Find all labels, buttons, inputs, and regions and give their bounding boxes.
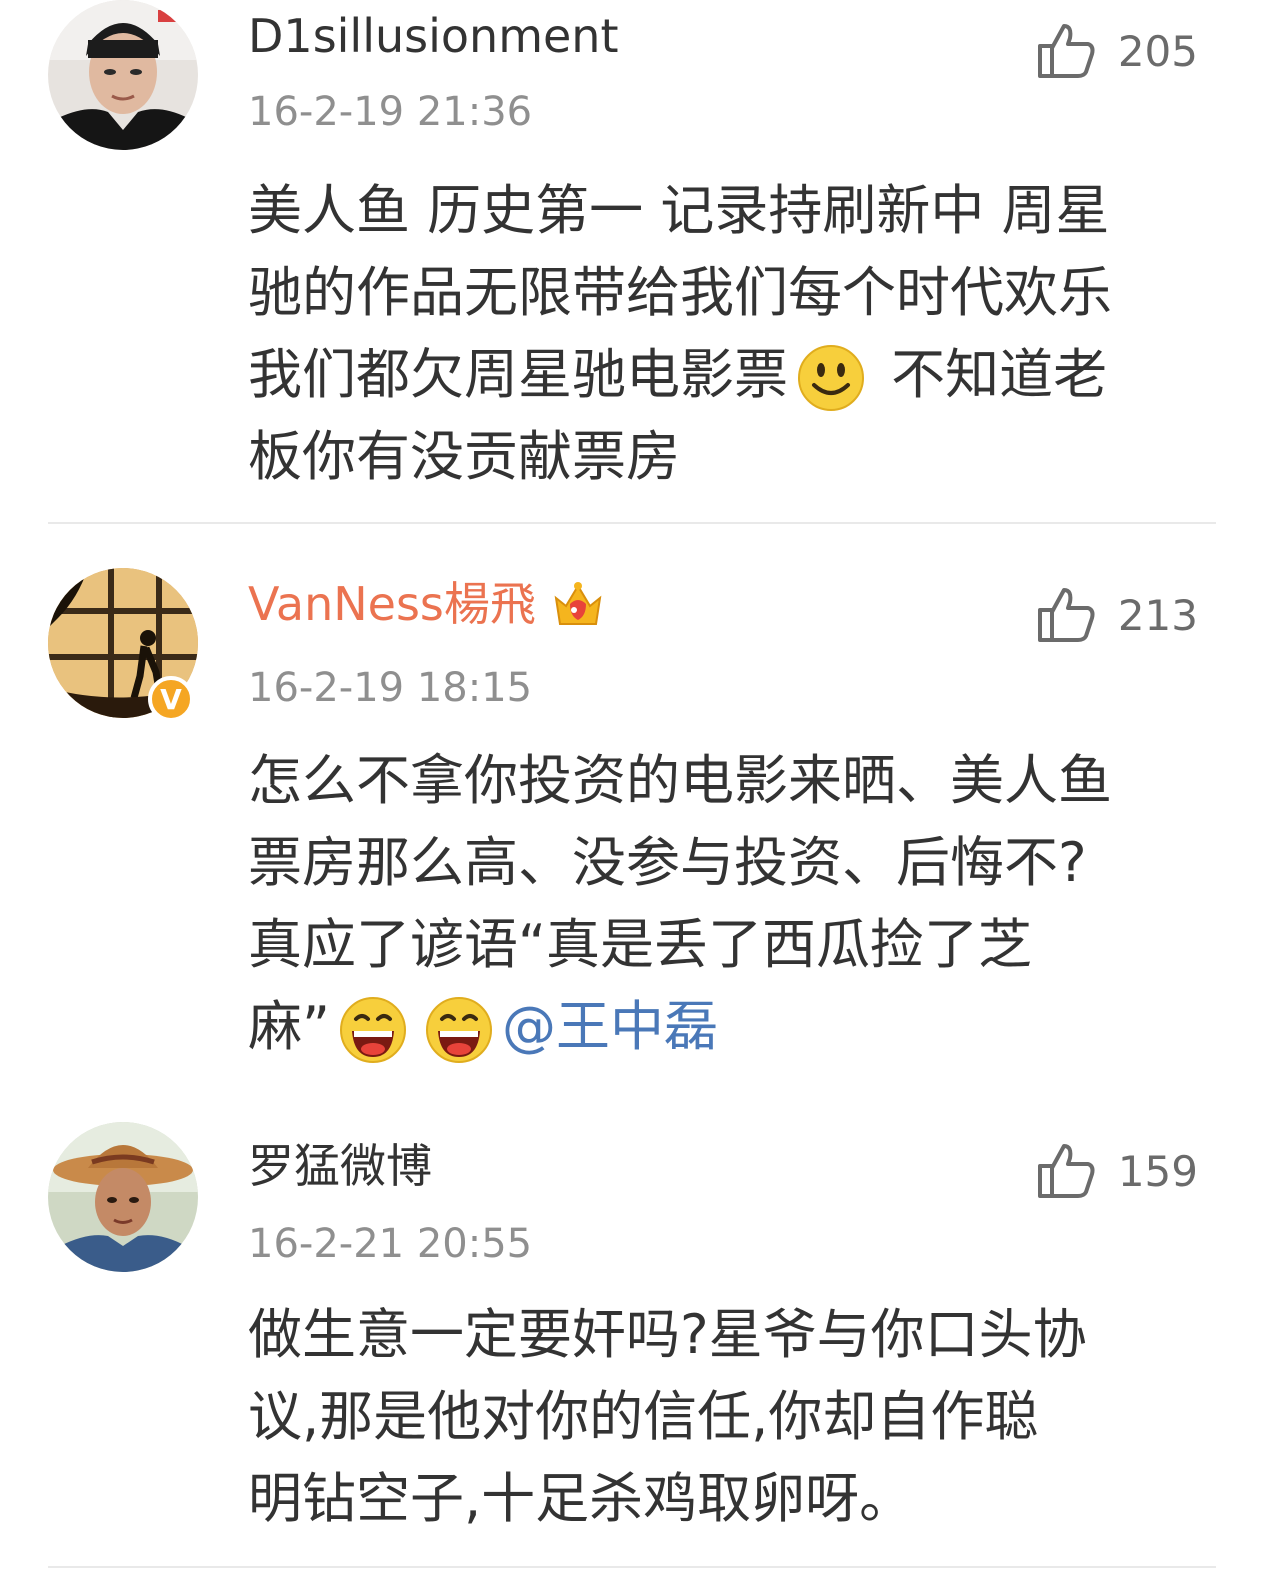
like-count: 159 — [1117, 1146, 1198, 1196]
avatar[interactable] — [48, 1122, 198, 1272]
avatar[interactable] — [48, 0, 198, 150]
laugh-emoji-icon — [425, 997, 492, 1064]
comment-line-text: 麻” — [248, 995, 330, 1058]
comment-line: 明钻空子,十足杀鸡取卵呀。 — [248, 1467, 914, 1530]
comment-line: 做生意一定要奸吗?星爷与你口头协 — [248, 1303, 1087, 1366]
comment-line: 麻” @王中磊 — [248, 986, 1208, 1068]
comment-line: 板你有没贡献票房 — [248, 425, 680, 488]
mention-link[interactable]: @王中磊 — [502, 995, 718, 1058]
comment-line: 我们都欠周星驰电影票 不知道老 — [248, 334, 1208, 416]
comment-item: V VanNess楊飛 213 16-2-19 18:15 怎么不拿你投资的电影… — [0, 568, 1280, 1088]
comment-item: 罗猛微博 159 16-2-21 20:55 做生意一定要奸吗?星爷与你口头协 … — [0, 1122, 1280, 1562]
username[interactable]: D1sillusionment — [248, 6, 619, 66]
like-count: 205 — [1117, 26, 1198, 76]
username[interactable]: VanNess楊飛 — [248, 574, 606, 634]
timestamp: 16-2-21 20:55 — [248, 1221, 533, 1267]
comment-text: 美人鱼 历史第一 记录持刷新中 周星 驰的作品无限带给我们每个时代欢乐 我们都欠… — [248, 170, 1208, 498]
comment-line: 美人鱼 历史第一 记录持刷新中 周星 — [248, 179, 1110, 242]
like-button[interactable]: 159 — [1036, 1142, 1198, 1200]
thumbs-up-icon — [1037, 1144, 1095, 1198]
comment-line: 驰的作品无限带给我们每个时代欢乐 — [248, 261, 1112, 324]
like-button[interactable]: 213 — [1036, 586, 1198, 644]
divider — [48, 522, 1216, 524]
comment-text: 做生意一定要奸吗?星爷与你口头协 议,那是他对你的信任,你却自作聪 明钻空子,十… — [248, 1294, 1208, 1540]
thumbs-up-icon — [1037, 24, 1095, 78]
like-button[interactable]: 205 — [1036, 22, 1198, 80]
comment-line: 票房那么高、没参与投资、后悔不? — [248, 831, 1087, 894]
comment-line: 怎么不拿你投资的电影来晒、美人鱼 — [248, 749, 1112, 812]
comment-line: 真应了谚语“真是丢了西瓜捡了芝 — [248, 913, 1032, 976]
divider — [48, 1566, 1216, 1568]
comment-text: 怎么不拿你投资的电影来晒、美人鱼 票房那么高、没参与投资、后悔不? 真应了谚语“… — [248, 740, 1208, 1068]
timestamp: 16-2-19 21:36 — [248, 89, 533, 135]
username[interactable]: 罗猛微博 — [248, 1136, 432, 1196]
like-count: 213 — [1117, 590, 1198, 640]
verified-v-icon: V — [148, 676, 194, 722]
comment-item: D1sillusionment 205 16-2-19 21:36 美人鱼 历史… — [0, 0, 1280, 520]
thumbs-up-icon — [1037, 588, 1095, 642]
crown-vip-icon — [554, 581, 602, 625]
comment-line-text: 不知道老 — [874, 343, 1108, 406]
username-text: VanNess楊飛 — [248, 577, 536, 631]
timestamp: 16-2-19 18:15 — [248, 665, 533, 711]
comment-line: 议,那是他对你的信任,你却自作聪 — [248, 1385, 1039, 1448]
comment-line-text: 我们都欠周星驰电影票 — [248, 343, 788, 406]
smile-emoji-icon — [798, 345, 864, 412]
laugh-emoji-icon — [339, 997, 406, 1064]
